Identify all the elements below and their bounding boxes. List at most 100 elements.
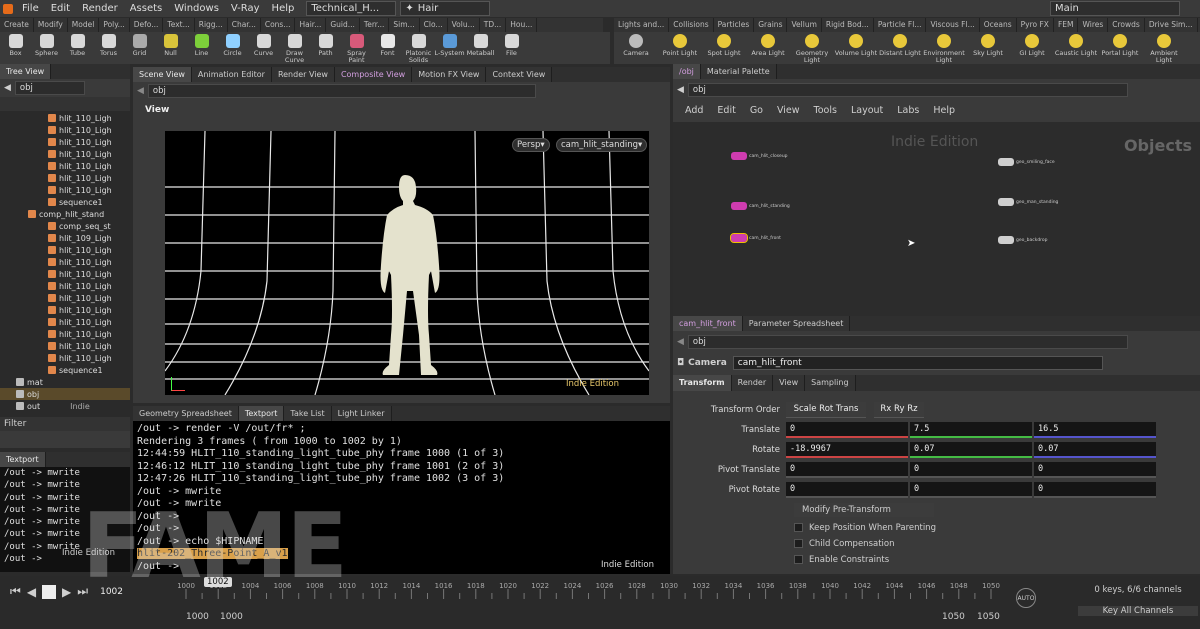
shelf-tab[interactable]: Model bbox=[68, 18, 100, 32]
tree-row[interactable]: sequence1 bbox=[0, 364, 130, 376]
shelf-tab[interactable]: Pyro FX bbox=[1017, 18, 1054, 32]
param-field[interactable]: 0.07 bbox=[910, 441, 1032, 458]
shelf-tab[interactable]: FEM bbox=[1054, 18, 1079, 32]
tree-row[interactable]: hlit_110_Ligh bbox=[0, 340, 130, 352]
tree-row[interactable]: hlit_110_Ligh bbox=[0, 328, 130, 340]
shelf-tab[interactable]: Vellum bbox=[787, 18, 822, 32]
param-field[interactable]: Rx Ry Rz bbox=[874, 401, 924, 418]
param-subtab[interactable]: View bbox=[773, 375, 806, 391]
shelf-tab[interactable]: Poly... bbox=[99, 18, 130, 32]
node-geo-smiling-face[interactable]: geo_smiling_face bbox=[998, 158, 1055, 166]
tab-console[interactable]: Take List bbox=[284, 406, 332, 421]
end-frame-field[interactable]: 1050 bbox=[942, 612, 965, 622]
network-menu-item[interactable]: Labs bbox=[897, 105, 919, 116]
param-field[interactable]: 0 bbox=[910, 461, 1032, 478]
shelf-tab[interactable]: Cons... bbox=[261, 18, 296, 32]
shelf-tab[interactable]: Clo... bbox=[420, 18, 448, 32]
back-icon[interactable]: ◀ bbox=[677, 337, 684, 347]
tree-row[interactable]: hlit_110_Ligh bbox=[0, 184, 130, 196]
shelf-tab[interactable]: Guid... bbox=[326, 18, 360, 32]
param-subtab[interactable]: Sampling bbox=[805, 375, 856, 391]
shelf-tool[interactable]: Sky Light bbox=[966, 32, 1010, 64]
shelf-tool[interactable]: Geometry Light bbox=[790, 32, 834, 64]
jump-start-icon[interactable]: ⏮ bbox=[10, 584, 21, 599]
tree-row[interactable]: hlit_110_Ligh bbox=[0, 244, 130, 256]
menu-assets[interactable]: Assets bbox=[124, 3, 169, 14]
houdini-logo-icon[interactable] bbox=[3, 3, 13, 14]
shelf-tab[interactable]: Particles bbox=[714, 18, 755, 32]
shelf-tab[interactable]: Viscous Fl... bbox=[926, 18, 980, 32]
tab-params[interactable]: cam_hlit_front bbox=[673, 316, 743, 331]
param-field[interactable]: 0.07 bbox=[1034, 441, 1156, 458]
shelf-tab[interactable]: TD... bbox=[480, 18, 507, 32]
shelf-tool[interactable]: GI Light bbox=[1010, 32, 1054, 64]
shelf-tab[interactable]: Collisions bbox=[669, 18, 714, 32]
shelf-tool[interactable]: Area Light bbox=[746, 32, 790, 64]
tree-row[interactable]: hlit_110_Ligh bbox=[0, 136, 130, 148]
shelf-tab[interactable]: Drive Sim... bbox=[1145, 18, 1198, 32]
tab-viewer[interactable]: Animation Editor bbox=[191, 67, 272, 82]
tree-row[interactable]: hlit_110_Ligh bbox=[0, 292, 130, 304]
camera-menu[interactable]: cam_hlit_standing ▾ bbox=[556, 138, 648, 152]
shelf-tool[interactable]: Null bbox=[155, 32, 186, 64]
start-frame-field-2[interactable]: 1000 bbox=[220, 612, 243, 622]
shelf-tool[interactable]: Box bbox=[0, 32, 31, 64]
shelf-tool[interactable]: Platonic Solids bbox=[403, 32, 434, 64]
shelf-tab[interactable]: Volu... bbox=[448, 18, 480, 32]
tab-tree-view[interactable]: Tree View bbox=[0, 64, 52, 79]
tab-viewer[interactable]: Render View bbox=[271, 67, 335, 82]
shelf-tab[interactable]: Rigid Bod... bbox=[822, 18, 874, 32]
shelf-tab[interactable]: Hair... bbox=[295, 18, 327, 32]
shelf-tab[interactable]: Hou... bbox=[506, 18, 538, 32]
tree-row[interactable]: hlit_110_Ligh bbox=[0, 124, 130, 136]
param-field[interactable]: Scale Rot Trans bbox=[786, 401, 866, 418]
tree-path[interactable]: obj bbox=[14, 81, 85, 95]
tab-network[interactable]: Material Palette bbox=[700, 64, 777, 79]
tree-row[interactable]: hlit_110_Ligh bbox=[0, 160, 130, 172]
shelf-tool[interactable]: Metaball bbox=[465, 32, 496, 64]
shelf-tool[interactable]: Point Light bbox=[658, 32, 702, 64]
network-menu-item[interactable]: Layout bbox=[851, 105, 883, 116]
node-cam-hlit-standing[interactable]: cam_hlit_standing bbox=[731, 202, 790, 210]
shelf-tool[interactable]: Caustic Light bbox=[1054, 32, 1098, 64]
param-field[interactable]: 0 bbox=[910, 481, 1032, 498]
tree-row[interactable]: comp_hlit_stand bbox=[0, 208, 130, 220]
shelf-tool[interactable]: Spot Light bbox=[702, 32, 746, 64]
tree-row[interactable]: hlit_110_Ligh bbox=[0, 352, 130, 364]
param-field[interactable]: -18.9967 bbox=[786, 441, 908, 458]
start-frame-field[interactable]: 1000 bbox=[186, 612, 209, 622]
network-menu-item[interactable]: Go bbox=[750, 105, 763, 116]
shelf-tool[interactable]: Portal Light bbox=[1098, 32, 1142, 64]
shelf-tool[interactable]: Grid bbox=[124, 32, 155, 64]
shelf-tool[interactable]: Sphere bbox=[31, 32, 62, 64]
menu-edit[interactable]: Edit bbox=[45, 3, 76, 14]
tree-row[interactable]: comp_seq_st bbox=[0, 220, 130, 232]
node-cam-hlit-front[interactable]: cam_hlit_front bbox=[730, 233, 781, 243]
tab-viewer[interactable]: Composite View bbox=[334, 67, 413, 82]
shelf-tab[interactable]: Particle Fl... bbox=[874, 18, 927, 32]
shelf-tool[interactable]: Curve bbox=[248, 32, 279, 64]
shelf-tab[interactable]: Grains bbox=[754, 18, 788, 32]
shelf-tool[interactable]: Distant Light bbox=[878, 32, 922, 64]
tab-console[interactable]: Light Linker bbox=[331, 406, 392, 421]
persp-menu[interactable]: Persp ▾ bbox=[512, 138, 550, 152]
shelf-tool[interactable]: Tube bbox=[62, 32, 93, 64]
shelf-tab[interactable]: Lights and... bbox=[614, 18, 670, 32]
keys-channels-field[interactable]: 0 keys, 6/6 channels bbox=[1078, 585, 1198, 595]
auto-key-icon[interactable]: AUTO bbox=[1016, 588, 1036, 608]
tab-params[interactable]: Parameter Spreadsheet bbox=[742, 316, 851, 331]
network-path[interactable]: obj bbox=[687, 83, 1128, 97]
tree-row[interactable]: hlit_110_Ligh bbox=[0, 268, 130, 280]
tab-viewer[interactable]: Scene View bbox=[133, 67, 192, 82]
shelf-tab[interactable]: Crowds bbox=[1108, 18, 1145, 32]
back-icon[interactable]: ◀ bbox=[4, 83, 11, 93]
menu-render[interactable]: Render bbox=[76, 3, 124, 14]
tree-row[interactable]: hlit_109_Ligh bbox=[0, 232, 130, 244]
param-subtab[interactable]: Transform bbox=[673, 375, 732, 391]
shelf-tool[interactable]: Path bbox=[310, 32, 341, 64]
tree-row[interactable]: hlit_110_Ligh bbox=[0, 256, 130, 268]
shelf-tool[interactable]: Volume Light bbox=[834, 32, 878, 64]
param-field[interactable]: 7.5 bbox=[910, 421, 1032, 438]
shelf-tab[interactable]: Modify bbox=[34, 18, 68, 32]
network-menu-item[interactable]: Help bbox=[933, 105, 955, 116]
